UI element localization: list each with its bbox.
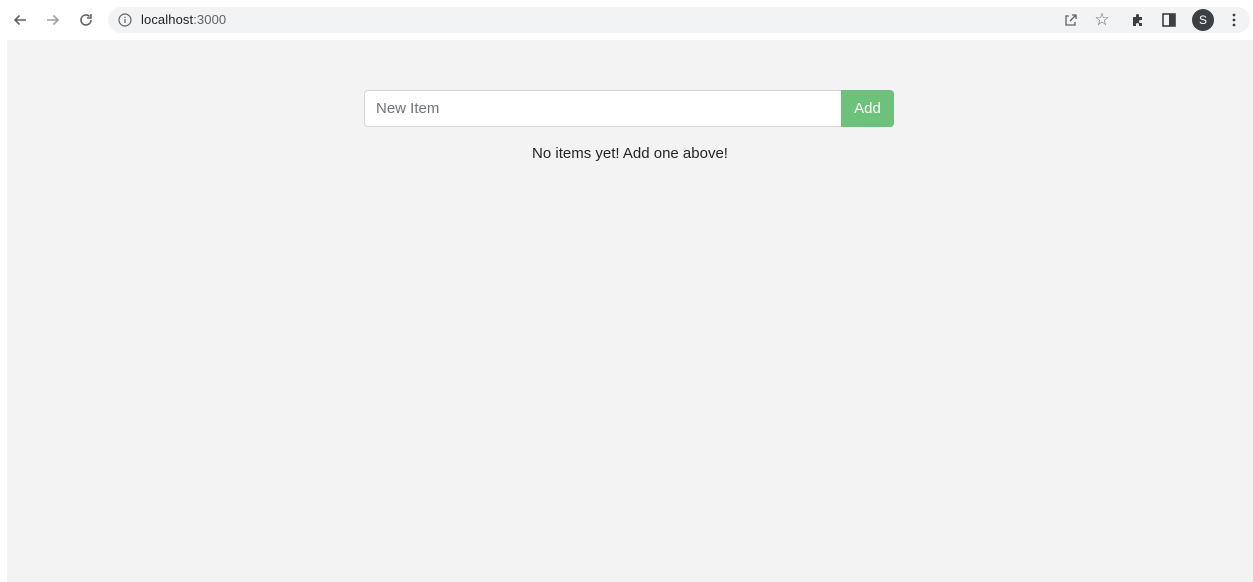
bookmark-star-icon[interactable]: ☆ <box>1092 10 1112 30</box>
back-arrow-icon[interactable] <box>10 10 30 30</box>
forward-arrow-icon[interactable] <box>43 10 63 30</box>
url-text: localhost:3000 <box>141 12 226 27</box>
empty-list-message: No items yet! Add one above! <box>532 145 728 162</box>
add-button[interactable]: Add <box>841 90 894 127</box>
page-content: Add No items yet! Add one above! <box>7 40 1253 582</box>
add-item-form: Add <box>364 90 894 127</box>
url-host: localhost <box>141 12 194 27</box>
new-item-input[interactable] <box>364 90 841 127</box>
reload-icon[interactable] <box>76 10 96 30</box>
kebab-menu-icon[interactable] <box>1224 10 1244 30</box>
browser-toolbar: localhost:3000 ☆ S <box>0 0 1253 40</box>
url-port: :3000 <box>193 12 227 27</box>
side-panel-icon[interactable] <box>1159 10 1179 30</box>
extensions-puzzle-icon[interactable] <box>1128 10 1148 30</box>
profile-avatar[interactable]: S <box>1192 9 1214 31</box>
info-icon[interactable] <box>118 13 132 27</box>
share-icon[interactable] <box>1061 10 1081 30</box>
